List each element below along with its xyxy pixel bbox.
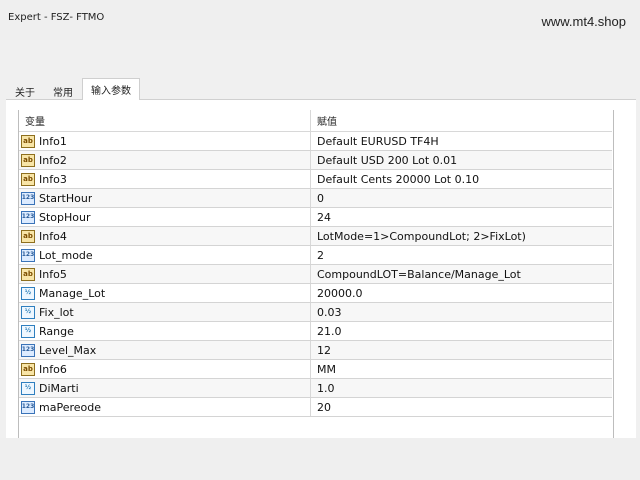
num-icon: ½ — [21, 305, 35, 319]
table-row[interactable]: ½ Manage_Lot 20000.0 — [19, 284, 612, 303]
parameter-name: Range — [39, 324, 74, 338]
parameter-value[interactable]: LotMode=1>CompoundLot; 2>FixLot) — [311, 227, 612, 245]
value-column-header[interactable]: 赋值 — [311, 110, 612, 131]
parameter-name-cell: 123 StartHour — [19, 189, 311, 207]
table-row[interactable]: 123 StartHour 0 — [19, 189, 612, 208]
parameter-name: DiMarti — [39, 381, 79, 395]
num-icon: ½ — [21, 286, 35, 300]
parameter-value[interactable]: 24 — [311, 208, 612, 226]
parameter-value[interactable]: 1.0 — [311, 379, 612, 397]
table-row[interactable]: ab Info3 Default Cents 20000 Lot 0.10 — [19, 170, 612, 189]
int-icon: 123 — [21, 248, 35, 262]
parameter-value[interactable]: 2 — [311, 246, 612, 264]
parameter-value[interactable]: CompoundLOT=Balance/Manage_Lot — [311, 265, 612, 283]
table-row[interactable]: 123 StopHour 24 — [19, 208, 612, 227]
parameter-name: Info4 — [39, 229, 67, 243]
parameter-value[interactable]: 0 — [311, 189, 612, 207]
table-row[interactable]: ab Info4 LotMode=1>CompoundLot; 2>FixLot… — [19, 227, 612, 246]
table-row[interactable]: 123 maPereode 20 — [19, 398, 612, 417]
table-row[interactable]: ½ Range 21.0 — [19, 322, 612, 341]
parameter-name: Lot_mode — [39, 248, 93, 262]
parameter-name-cell: ab Info2 — [19, 151, 311, 169]
variable-column-header[interactable]: 变量 — [19, 110, 311, 131]
parameter-value[interactable]: 0.03 — [311, 303, 612, 321]
tab-about[interactable]: 关于 — [6, 82, 44, 100]
bottom-background — [0, 438, 640, 480]
num-icon: ½ — [21, 324, 35, 338]
parameter-value[interactable]: Default Cents 20000 Lot 0.10 — [311, 170, 612, 188]
num-icon: ½ — [21, 381, 35, 395]
int-icon: 123 — [21, 343, 35, 357]
parameter-name: StartHour — [39, 191, 93, 205]
parameter-name-cell: ½ DiMarti — [19, 379, 311, 397]
ab-icon: ab — [21, 134, 35, 148]
properties-window: 关于 常用 输入参数 变量 赋值 ab Info1 Default EURUSD… — [0, 40, 640, 478]
tab-common[interactable]: 常用 — [44, 82, 82, 100]
ab-icon: ab — [21, 267, 35, 281]
ab-icon: ab — [21, 229, 35, 243]
parameter-name-cell: ab Info1 — [19, 132, 311, 150]
int-icon: 123 — [21, 191, 35, 205]
parameter-value[interactable]: 20000.0 — [311, 284, 612, 302]
table-row[interactable]: ½ DiMarti 1.0 — [19, 379, 612, 398]
parameter-name: StopHour — [39, 210, 91, 224]
screen: Expert - FSZ- FTMO www.mt4.shop 关于 常用 输入… — [0, 0, 640, 480]
parameters-grid: 变量 赋值 ab Info1 Default EURUSD TF4H ab In… — [18, 110, 614, 438]
parameter-name: Level_Max — [39, 343, 97, 357]
parameter-name-cell: ½ Range — [19, 322, 311, 340]
parameter-name: Manage_Lot — [39, 286, 106, 300]
parameter-rows: ab Info1 Default EURUSD TF4H ab Info2 De… — [19, 132, 612, 417]
parameter-name-cell: 123 Lot_mode — [19, 246, 311, 264]
parameter-name: Info3 — [39, 172, 67, 186]
watermark: www.mt4.shop — [541, 14, 626, 29]
parameter-name-cell: 123 maPereode — [19, 398, 311, 416]
parameter-name: Info5 — [39, 267, 67, 281]
parameter-value[interactable]: Default EURUSD TF4H — [311, 132, 612, 150]
parameter-name: Info1 — [39, 134, 67, 148]
parameters-header: 变量 赋值 — [19, 110, 612, 132]
table-row[interactable]: ½ Fix_lot 0.03 — [19, 303, 612, 322]
parameter-value[interactable]: 21.0 — [311, 322, 612, 340]
window-title: Expert - FSZ- FTMO — [8, 12, 105, 23]
ab-icon: ab — [21, 172, 35, 186]
tab-strip: 关于 常用 输入参数 — [6, 78, 140, 100]
parameter-name-cell: ab Info3 — [19, 170, 311, 188]
table-row[interactable]: 123 Lot_mode 2 — [19, 246, 612, 265]
table-row[interactable]: ab Info2 Default USD 200 Lot 0.01 — [19, 151, 612, 170]
parameter-name-cell: ab Info5 — [19, 265, 311, 283]
ab-icon: ab — [21, 362, 35, 376]
parameter-name-cell: 123 Level_Max — [19, 341, 311, 359]
parameter-value[interactable]: 12 — [311, 341, 612, 359]
tab-inputs[interactable]: 输入参数 — [82, 78, 140, 100]
parameter-name-cell: 123 StopHour — [19, 208, 311, 226]
parameter-name: Info2 — [39, 153, 67, 167]
ab-icon: ab — [21, 153, 35, 167]
inputs-panel: 变量 赋值 ab Info1 Default EURUSD TF4H ab In… — [6, 99, 636, 478]
parameter-value[interactable]: Default USD 200 Lot 0.01 — [311, 151, 612, 169]
table-row[interactable]: ab Info1 Default EURUSD TF4H — [19, 132, 612, 151]
parameter-name-cell: ab Info6 — [19, 360, 311, 378]
table-row[interactable]: ab Info6 MM — [19, 360, 612, 379]
int-icon: 123 — [21, 210, 35, 224]
parameter-name-cell: ½ Manage_Lot — [19, 284, 311, 302]
int-icon: 123 — [21, 400, 35, 414]
parameter-name: Info6 — [39, 362, 67, 376]
parameter-name: Fix_lot — [39, 305, 74, 319]
table-row[interactable]: ab Info5 CompoundLOT=Balance/Manage_Lot — [19, 265, 612, 284]
parameter-name-cell: ab Info4 — [19, 227, 311, 245]
parameter-name: maPereode — [39, 400, 101, 414]
table-row[interactable]: 123 Level_Max 12 — [19, 341, 612, 360]
parameter-value[interactable]: MM — [311, 360, 612, 378]
parameter-value[interactable]: 20 — [311, 398, 612, 416]
parameter-name-cell: ½ Fix_lot — [19, 303, 311, 321]
